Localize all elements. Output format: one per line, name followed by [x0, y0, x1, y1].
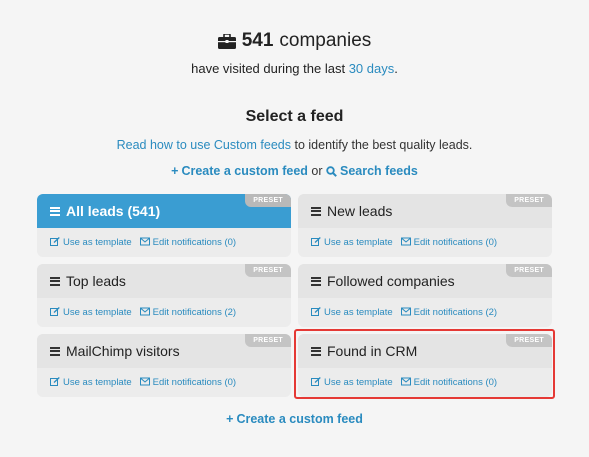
plus-icon: +: [226, 412, 234, 426]
search-feeds-label: Search feeds: [340, 164, 418, 178]
preset-badge: PRESET: [506, 334, 552, 347]
preset-badge: PRESET: [506, 264, 552, 277]
feed-card[interactable]: MailChimp visitors PRESET Use as template E…: [37, 334, 291, 397]
feed-card-actions: Use as template Edit notifications (0): [37, 368, 291, 397]
search-icon: [326, 166, 337, 180]
feed-card[interactable]: Followed companies PRESET Use as template E…: [298, 264, 552, 327]
edit-icon: [50, 306, 60, 319]
preset-badge: PRESET: [506, 194, 552, 207]
feed-card-header[interactable]: MailChimp visitors PRESET: [37, 334, 291, 368]
plus-icon: +: [171, 164, 179, 178]
feed-title: Found in CRM: [327, 343, 418, 359]
use-as-template-label: Use as template: [63, 307, 132, 318]
read-how-line: Read how to use Custom feeds to identify…: [0, 138, 589, 152]
feed-card-actions: Use as template Edit notifications (0): [298, 368, 552, 397]
feed-card-actions: Use as template Edit notifications (0): [298, 228, 552, 257]
feed-card-header[interactable]: Followed companies PRESET: [298, 264, 552, 298]
use-as-template-link[interactable]: Use as template: [50, 306, 132, 319]
feed-title: Followed companies: [327, 273, 455, 289]
use-as-template-link[interactable]: Use as template: [311, 236, 393, 249]
edit-notifications-label: Edit notifications (2): [152, 307, 237, 318]
list-icon: [311, 346, 321, 356]
list-icon: [311, 276, 321, 286]
use-as-template-link[interactable]: Use as template: [50, 376, 132, 389]
briefcase-icon: [217, 33, 236, 49]
feed-card-actions: Use as template Edit notifications (0): [37, 228, 291, 257]
companies-label: companies: [279, 30, 372, 51]
use-as-template-link[interactable]: Use as template: [311, 306, 393, 319]
edit-notifications-link[interactable]: Edit notifications (0): [139, 377, 237, 389]
edit-icon: [311, 236, 321, 249]
visited-suffix: .: [394, 61, 398, 76]
feed-card[interactable]: Top leads PRESET Use as template Edit notif…: [37, 264, 291, 327]
feed-card-actions: Use as template Edit notifications (2): [298, 298, 552, 327]
preset-badge: PRESET: [245, 264, 291, 277]
list-icon: [50, 346, 60, 356]
envelope-icon: [139, 237, 150, 249]
edit-notifications-link[interactable]: Edit notifications (2): [400, 307, 498, 319]
envelope-icon: [139, 307, 150, 319]
bottom-create-custom-feed-link[interactable]: + Create a custom feed: [226, 412, 363, 426]
edit-notifications-link[interactable]: Edit notifications (0): [400, 377, 498, 389]
envelope-icon: [400, 237, 411, 249]
edit-notifications-link[interactable]: Edit notifications (2): [139, 307, 237, 319]
feed-title: MailChimp visitors: [66, 343, 180, 359]
bottom-create-line: + Create a custom feed: [0, 412, 589, 426]
visited-prefix: have visited during the last: [191, 61, 346, 76]
period-link[interactable]: 30 days: [349, 61, 395, 76]
select-feed-title: Select a feed: [245, 108, 344, 125]
feed-actions: + Create a custom feed or Search feeds: [0, 164, 589, 180]
preset-badge: PRESET: [245, 334, 291, 347]
or-text: or: [311, 164, 323, 178]
envelope-icon: [400, 377, 411, 389]
edit-notifications-label: Edit notifications (0): [413, 237, 498, 248]
visited-line: have visited during the last 30 days.: [0, 61, 589, 76]
edit-icon: [50, 376, 60, 389]
edit-notifications-link[interactable]: Edit notifications (0): [400, 237, 498, 249]
feed-title: Top leads: [66, 273, 126, 289]
read-how-link[interactable]: Read how to use Custom feeds: [117, 138, 291, 152]
edit-notifications-label: Edit notifications (0): [152, 377, 237, 388]
bottom-create-label: Create a custom feed: [236, 412, 363, 426]
feed-card-actions: Use as template Edit notifications (2): [37, 298, 291, 327]
companies-summary: 541 companies have visited during the la…: [0, 30, 589, 76]
envelope-icon: [139, 377, 150, 389]
use-as-template-label: Use as template: [324, 377, 393, 388]
edit-icon: [311, 376, 321, 389]
feed-title: All leads (541): [66, 203, 161, 219]
use-as-template-link[interactable]: Use as template: [50, 236, 132, 249]
companies-count-line: 541 companies: [0, 30, 589, 52]
edit-notifications-label: Edit notifications (0): [413, 377, 498, 388]
use-as-template-label: Use as template: [63, 237, 132, 248]
feed-title: New leads: [327, 203, 393, 219]
companies-count: 541: [241, 30, 274, 51]
use-as-template-label: Use as template: [324, 307, 393, 318]
edit-icon: [311, 306, 321, 319]
preset-badge: PRESET: [245, 194, 291, 207]
edit-notifications-label: Edit notifications (2): [413, 307, 498, 318]
search-feeds-link[interactable]: Search feeds: [326, 164, 418, 178]
feed-card-header[interactable]: Found in CRM PRESET: [298, 334, 552, 368]
list-icon: [311, 206, 321, 216]
list-icon: [50, 276, 60, 286]
use-as-template-label: Use as template: [324, 237, 393, 248]
feed-card-header[interactable]: Top leads PRESET: [37, 264, 291, 298]
read-how-suffix: to identify the best quality leads.: [294, 138, 473, 152]
use-as-template-link[interactable]: Use as template: [311, 376, 393, 389]
list-icon: [50, 206, 60, 216]
feed-card[interactable]: Found in CRM PRESET Use as template Edit no…: [298, 334, 552, 397]
edit-notifications-label: Edit notifications (0): [152, 237, 237, 248]
edit-icon: [50, 236, 60, 249]
feed-card[interactable]: New leads PRESET Use as template Edit notif…: [298, 194, 552, 257]
feed-card[interactable]: All leads (541) PRESET Use as template Edit…: [37, 194, 291, 257]
feed-card-header[interactable]: All leads (541) PRESET: [37, 194, 291, 228]
edit-notifications-link[interactable]: Edit notifications (0): [139, 237, 237, 249]
create-custom-feed-label: Create a custom feed: [181, 164, 308, 178]
create-custom-feed-link[interactable]: + Create a custom feed: [171, 164, 308, 178]
use-as-template-label: Use as template: [63, 377, 132, 388]
feed-card-header[interactable]: New leads PRESET: [298, 194, 552, 228]
envelope-icon: [400, 307, 411, 319]
